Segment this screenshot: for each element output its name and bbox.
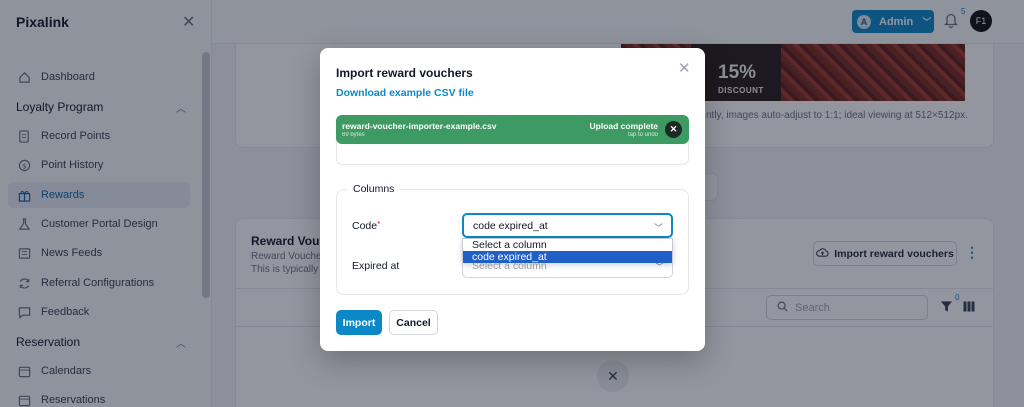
chevron-down-icon: ﹀ xyxy=(653,223,663,233)
code-column-dropdown: Select a column code expired_at xyxy=(462,238,673,263)
file-size: 69 bytes xyxy=(342,132,365,138)
dropdown-option-selected[interactable]: code expired_at xyxy=(463,251,672,263)
code-column-select[interactable]: code expired_at ﹀ xyxy=(462,213,673,238)
remove-file-icon[interactable]: ✕ xyxy=(665,121,682,138)
code-label-text: Code xyxy=(352,220,378,232)
import-vouchers-dialog: Import reward vouchers ✕ Download exampl… xyxy=(320,48,705,351)
expired-at-label: Expired at xyxy=(352,260,400,272)
import-button[interactable]: Import xyxy=(336,310,382,335)
required-mark: * xyxy=(377,220,381,229)
close-icon[interactable]: ✕ xyxy=(678,59,691,77)
code-label: Code* xyxy=(352,220,380,232)
undo-hint: tap to undo xyxy=(627,132,658,138)
dialog-title: Import reward vouchers xyxy=(336,66,473,80)
file-name: reward-voucher-importer-example.csv xyxy=(342,121,497,131)
columns-legend: Columns xyxy=(347,183,401,195)
upload-status: Upload complete xyxy=(589,121,658,131)
code-select-value: code expired_at xyxy=(473,219,548,232)
uploaded-file-item: reward-voucher-importer-example.csv 69 b… xyxy=(336,115,689,144)
dropdown-option[interactable]: Select a column xyxy=(463,239,672,251)
cancel-button[interactable]: Cancel xyxy=(389,310,438,335)
download-example-csv-link[interactable]: Download example CSV file xyxy=(336,87,474,99)
